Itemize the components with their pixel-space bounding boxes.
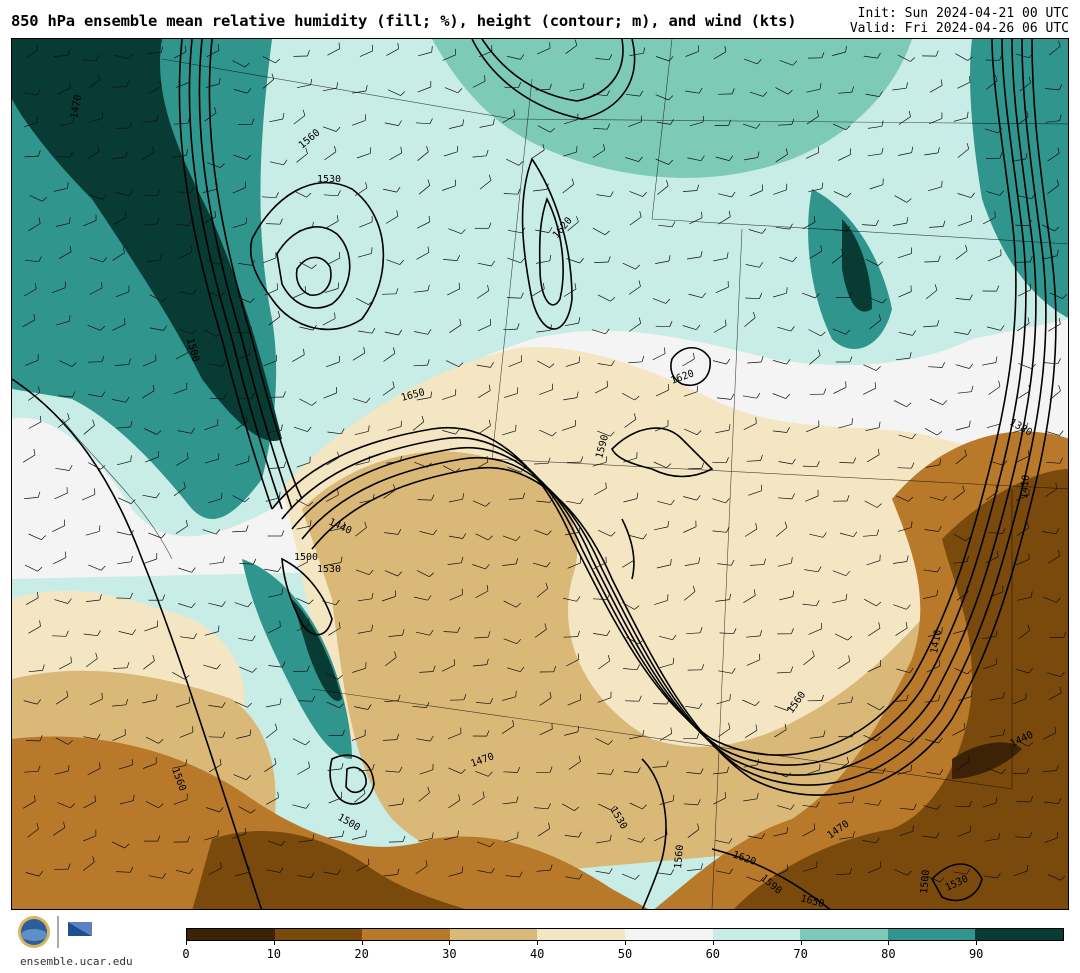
- colorbar-tick-mark: [273, 941, 275, 945]
- colorbar-tick-mark: [712, 941, 714, 945]
- colorbar-tick-label: 90: [968, 947, 984, 961]
- wind-barb: [382, 293, 397, 295]
- wind-barb-flag: [456, 145, 459, 152]
- site-label: ensemble.ucar.edu: [20, 955, 133, 968]
- wind-barb-flag: [941, 180, 943, 187]
- colorbar-tick-label: 60: [705, 947, 721, 961]
- colorbar: [186, 928, 1064, 941]
- wind-barb-flag: [101, 692, 103, 699]
- colorbar-tick-label: 70: [793, 947, 808, 961]
- wind-barb-flag: [218, 453, 220, 460]
- wind-barb: [417, 499, 432, 501]
- wind-barb: [388, 841, 404, 843]
- colorbar-segment: [449, 929, 538, 940]
- map-canvas: 1470 1500 1530 1560 1650 1620 1590 1440 …: [12, 39, 1068, 909]
- wind-barb-flag: [63, 519, 66, 526]
- wind-barb: [924, 261, 939, 263]
- colorbar-tick-label: 0: [182, 947, 190, 961]
- contour-label: 1410: [1019, 474, 1032, 499]
- wind-barb-flag: [131, 759, 134, 766]
- contour-label: 1500: [919, 869, 932, 894]
- wind-barb-flag: [578, 356, 580, 363]
- colorbar-tick-mark: [888, 941, 890, 945]
- colorbar-tick-mark: [537, 941, 539, 945]
- colorbar-tick-label: 80: [881, 947, 896, 961]
- wind-barb-flag: [729, 693, 731, 700]
- wind-barb-flag: [400, 420, 402, 427]
- colorbar-segment: [800, 929, 888, 940]
- wind-barb: [535, 89, 550, 91]
- wind-barb: [1016, 261, 1031, 263]
- wind-barb-flag: [672, 657, 675, 664]
- colorbar-segment: [362, 929, 450, 940]
- wind-barb: [506, 297, 522, 299]
- wind-barb: [88, 361, 103, 363]
- run-times: Init: Sun 2024-04-21 00 UTC Valid: Fri 2…: [850, 6, 1069, 36]
- colorbar-segment: [975, 929, 1063, 940]
- wind-barb: [208, 736, 223, 738]
- wind-barb-flag: [65, 551, 67, 558]
- wind-barb: [536, 771, 551, 774]
- contour-label: 1530: [317, 174, 341, 185]
- wind-barb-flag: [605, 456, 608, 463]
- colorbar-tick-mark: [976, 941, 978, 945]
- wind-barb-flag: [337, 282, 340, 289]
- colorbar-tick-mark: [449, 941, 451, 945]
- valid-time: Valid: Fri 2024-04-26 06 UTC: [849, 21, 1069, 36]
- wind-barb-flag: [576, 146, 578, 153]
- wind-barb: [52, 635, 67, 637]
- wind-barb: [655, 325, 670, 328]
- wind-barb-flag: [911, 521, 913, 528]
- humidity-map[interactable]: 1470 1500 1530 1560 1650 1620 1590 1440 …: [11, 38, 1069, 910]
- colorbar-tick-mark: [800, 941, 802, 945]
- colorbar-tick-label: 50: [617, 947, 633, 961]
- wind-barb-flag: [428, 215, 430, 223]
- wind-barb-flag: [755, 417, 757, 424]
- wind-barb: [504, 86, 519, 89]
- colorbar-segment: [712, 929, 801, 940]
- contour-label: 1560: [673, 844, 686, 869]
- nsf-logo-icon: [18, 916, 50, 948]
- wind-barb-flag: [245, 217, 247, 224]
- colorbar-tick-mark: [361, 941, 363, 945]
- wind-barb: [683, 737, 698, 740]
- colorbar-segment: [187, 929, 275, 940]
- contour-label: 1530: [317, 564, 341, 575]
- wind-barb: [897, 467, 912, 469]
- colorbar-tick-mark: [625, 941, 626, 945]
- wind-barb-flag: [845, 381, 847, 388]
- chart-title: 850 hPa ensemble mean relative humidity …: [11, 12, 797, 30]
- colorbar-segment: [624, 929, 713, 940]
- ncar-logo-icon: [68, 922, 92, 936]
- colorbar-tick-label: 40: [529, 947, 545, 961]
- contour-label: 1500: [294, 552, 318, 563]
- colorbar-tick-label: 20: [354, 947, 369, 961]
- init-time: Init: Sun 2024-04-21 00 UTC: [857, 6, 1069, 21]
- colorbar-tick-label: 30: [442, 947, 457, 961]
- wind-barb-flag: [969, 76, 971, 83]
- wind-barb-flag: [217, 830, 219, 837]
- wind-barb-flag: [606, 380, 608, 387]
- colorbar-tick-label: 10: [266, 947, 282, 961]
- colorbar-segment: [274, 929, 363, 940]
- colorbar-segment: [537, 929, 625, 940]
- colorbar-tick-mark: [186, 941, 187, 945]
- colorbar-segment: [887, 929, 976, 940]
- wind-barb: [687, 468, 702, 470]
- wind-barb-flag: [849, 148, 852, 155]
- wind-barb-flag: [702, 115, 704, 122]
